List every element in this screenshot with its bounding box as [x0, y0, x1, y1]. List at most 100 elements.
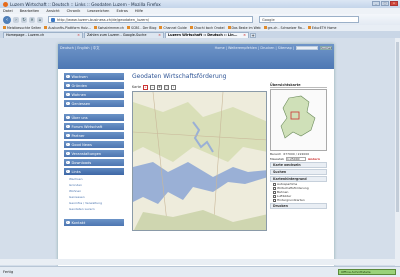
site-search-input[interactable]	[296, 45, 318, 50]
site-search-button[interactable]: Suchen	[320, 45, 332, 50]
menu-datei[interactable]: Datei	[3, 9, 13, 13]
left-navigation: › Wachsen › Gründen › Wohnen › Geniessen › Üb…	[64, 73, 124, 231]
canton-shape	[280, 95, 316, 139]
accordion-karte-wechseln[interactable]: Karte wechseln	[270, 162, 327, 168]
page-layout: › Wachsen › Gründen › Wohnen › Geniessen › Üb…	[58, 69, 334, 231]
url-bar[interactable]: http://www.luzern-business.ch/de/geodate…	[48, 16, 253, 23]
layer-checkbox[interactable]	[273, 182, 276, 186]
fullextent-icon[interactable]: ▢	[164, 84, 170, 90]
overview-map[interactable]	[270, 89, 327, 151]
status-badge[interactable]: Offline-Schnittstelle	[338, 269, 396, 275]
back-icon[interactable]: ‹	[3, 15, 11, 24]
map-canvas[interactable]	[132, 91, 267, 231]
forward-icon[interactable]: ›	[13, 16, 19, 23]
accordion-drucken[interactable]: Drucken	[270, 203, 327, 209]
bookmark-item[interactable]: Chochi koch Orakel	[189, 26, 225, 30]
bookmark-item[interactable]: Channel Guide	[159, 26, 187, 30]
zoom-in-icon[interactable]: +	[143, 84, 149, 90]
layer-checkbox[interactable]	[273, 190, 276, 194]
scrollbar-thumb[interactable]	[396, 42, 399, 212]
nav-kontakt[interactable]: › Kontakt	[64, 219, 124, 226]
utility-links[interactable]: Home | Weiterempfehlen | Drucken | Sitem…	[215, 46, 294, 50]
nav-wachsen[interactable]: › Wachsen	[64, 73, 124, 80]
vertical-scrollbar[interactable]	[395, 38, 400, 266]
nav-gruenden[interactable]: › Gründen	[64, 82, 124, 89]
menu-bearbeiten[interactable]: Bearbeiten	[20, 9, 40, 13]
nav-geniessen[interactable]: › Geniessen	[64, 100, 124, 107]
map-toolbar: Karte + − ✥ ▢ i	[132, 83, 267, 91]
nav-ueber-uns[interactable]: › Über uns	[64, 114, 124, 121]
map-label: Karte	[132, 85, 142, 89]
nav-forum-wirtschaft[interactable]: › Forum Wirtschaft	[64, 123, 124, 130]
bookmark-icon	[126, 26, 130, 29]
info-icon[interactable]: i	[171, 84, 177, 90]
zoom-out-icon[interactable]: −	[150, 84, 156, 90]
nav-wohnen[interactable]: › Wohnen	[64, 91, 124, 98]
home-icon[interactable]: ⌂	[37, 16, 43, 23]
massstab-row: Massstab 1:25000 ändern	[270, 156, 327, 161]
maximize-button[interactable]: □	[381, 1, 389, 6]
layer-checkbox[interactable]	[273, 194, 276, 198]
bookmark-item[interactable]: Das Beste im Web	[227, 26, 261, 30]
bookmark-item[interactable]: EducETH Home	[307, 26, 337, 30]
bookmark-item[interactable]: Swisstrimmer.ch	[93, 26, 124, 30]
bookmark-icon	[263, 26, 267, 29]
accordion-suchen[interactable]: Suchen	[270, 169, 327, 175]
menu-ansicht[interactable]: Ansicht	[46, 9, 59, 13]
map-column: Karte + − ✥ ▢ i	[132, 83, 267, 231]
layer-checkbox[interactable]: ✓	[273, 198, 277, 202]
arrow-icon: ›	[66, 150, 70, 156]
window-title: Luzern Wirtschaft :: Deutsch :: Links ::…	[10, 1, 161, 7]
arrow-icon: ›	[66, 141, 70, 147]
bookmark-item[interactable]: Auskunfts-Plattform Holz...	[44, 26, 91, 30]
reload-icon[interactable]: ↻	[21, 16, 27, 23]
menu-hilfe[interactable]: Hilfe	[135, 9, 143, 13]
nav-downloads[interactable]: › Downloads	[64, 159, 124, 166]
subnav-item[interactable]: Geoinfos / Verwaltung	[64, 201, 124, 205]
arrow-icon: ›	[66, 114, 70, 120]
bookmark-item[interactable]: Meistbesuchte Seiten	[3, 26, 41, 30]
horizontal-scrollbar[interactable]	[0, 259, 395, 265]
subnav-item[interactable]: Gründen	[64, 183, 124, 187]
arrow-icon: ›	[66, 168, 70, 174]
language-links[interactable]: Deutsch | English | 中文	[60, 45, 100, 50]
utility-bar: Deutsch | English | 中文 Home | Weiterempf…	[60, 45, 332, 50]
bookmark-icon	[159, 26, 163, 29]
nav-veranstaltungen[interactable]: › Veranstaltungen	[64, 150, 124, 157]
stop-icon[interactable]: ✕	[29, 16, 35, 23]
bookmark-item[interactable]: grs.ch - Schweizer Ra...	[263, 26, 305, 30]
nav-links[interactable]: › Links	[64, 168, 124, 175]
tab-strip: Homepage - Luzern.ch × Zahlen zum Luzern …	[0, 31, 400, 38]
subnav-item[interactable]: Wohnen	[64, 189, 124, 193]
window-controls: _ □ x	[372, 1, 398, 6]
nav-partner[interactable]: › Partner	[64, 132, 124, 139]
url-text: http://www.luzern-business.ch/de/geodate…	[57, 17, 150, 22]
layer-checkbox[interactable]	[273, 186, 276, 190]
status-text: Fertig	[3, 270, 14, 274]
menu-lesezeichen[interactable]: Lesezeichen	[87, 9, 109, 13]
menu-extras[interactable]: Extras	[116, 9, 127, 13]
bereich-label: Bereich	[270, 151, 282, 156]
subnav-item[interactable]: Geodaten Luzern	[64, 207, 124, 211]
bookmark-item[interactable]: SCBS - Der Blog	[126, 26, 156, 30]
menu-chronik[interactable]: Chronik	[67, 9, 81, 13]
status-bar: Fertig Offline-Schnittstelle	[0, 266, 400, 277]
arrow-icon: ›	[66, 132, 70, 138]
pan-icon[interactable]: ✥	[157, 84, 163, 90]
window-titlebar: Luzern Wirtschaft :: Deutsch :: Links ::…	[0, 0, 400, 8]
subnav-item[interactable]: Geniessen	[64, 195, 124, 199]
main-content: Geodaten Wirtschaftsförderung Karte + − …	[132, 73, 330, 231]
minimize-button[interactable]: _	[372, 1, 380, 6]
close-button[interactable]: x	[390, 1, 398, 6]
arrow-icon: ›	[66, 82, 70, 88]
search-input[interactable]: Google	[259, 16, 359, 23]
page-title: Geodaten Wirtschaftsförderung	[132, 73, 227, 80]
subnav-item[interactable]: Wachsen	[64, 177, 124, 181]
nav-good-news[interactable]: › Good News	[64, 141, 124, 148]
web-page: Deutsch | English | 中文 Home | Weiterempf…	[58, 44, 334, 266]
bookmark-icon	[44, 26, 48, 29]
massstab-label: Massstab	[270, 156, 285, 161]
massstab-input[interactable]: 1:25000	[286, 156, 307, 161]
massstab-change-link[interactable]: ändern	[308, 157, 320, 161]
